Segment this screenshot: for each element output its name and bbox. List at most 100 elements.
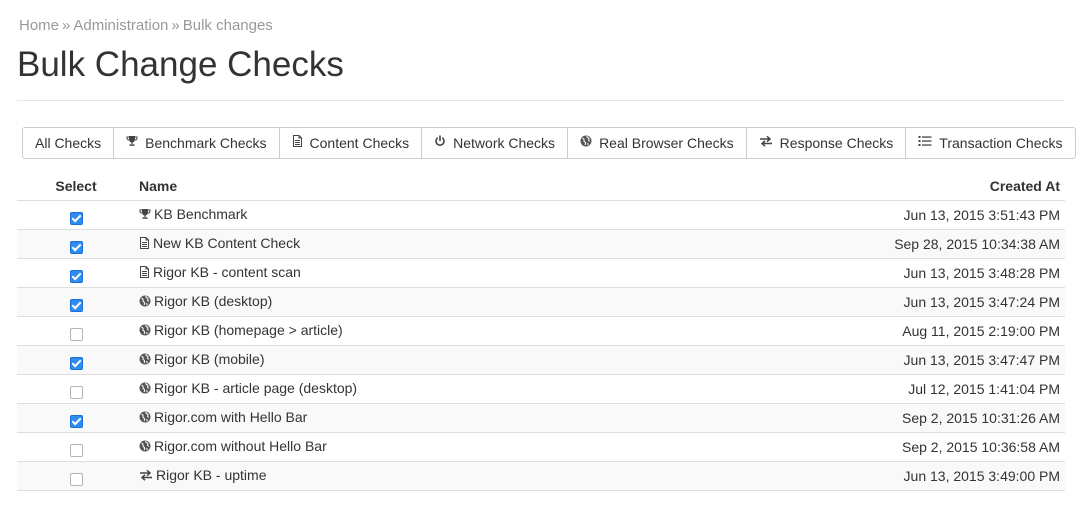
globe-icon (139, 323, 151, 339)
network-checks-filter-button[interactable]: Network Checks (421, 128, 568, 158)
check-name: Rigor KB - content scan (153, 264, 301, 281)
created-at-cell: Jun 13, 2015 3:49:00 PM (660, 461, 1065, 491)
select-checkbox[interactable] (69, 327, 83, 341)
breadcrumb-separator: » (62, 17, 71, 34)
globe-icon (580, 134, 596, 150)
check-name-cell: New KB Content Check (135, 229, 661, 259)
name-column-header: Name (135, 171, 661, 201)
filter-button-label: Real Browser Checks (599, 135, 734, 151)
select-cell (17, 374, 135, 404)
check-name: New KB Content Check (153, 235, 301, 252)
check-name: Rigor KB (mobile) (154, 351, 265, 368)
table-row: Rigor.com without Hello Bar Sep 2, 2015 1… (17, 432, 1065, 462)
content-checks-filter-button[interactable]: Content Checks (278, 128, 422, 158)
created-at-cell: Jun 13, 2015 3:51:43 PM (660, 200, 1065, 230)
table-row: Rigor KB - uptime Jun 13, 2015 3:49:00 PM (17, 461, 1065, 491)
check-name: Rigor KB (desktop) (154, 293, 273, 310)
created-at-cell: Sep 28, 2015 10:34:38 AM (660, 229, 1065, 259)
check-name-cell: Rigor KB - uptime (135, 461, 661, 491)
filter-button-label: Benchmark Checks (145, 135, 267, 151)
select-checkbox[interactable] (69, 472, 83, 486)
table-row: Rigor KB - content scan Jun 13, 2015 3:48… (17, 258, 1065, 288)
check-name-cell: Rigor KB (homepage > article) (135, 316, 661, 346)
select-checkbox[interactable] (69, 385, 83, 399)
check-name-cell: KB Benchmark (135, 200, 661, 230)
filter-button-label: Response Checks (779, 135, 894, 151)
list-icon (918, 134, 936, 150)
select-checkbox[interactable] (69, 211, 83, 225)
select-cell (17, 345, 135, 375)
created-at-cell: Jul 12, 2015 1:41:04 PM (660, 374, 1065, 404)
trophy-icon (139, 207, 151, 223)
check-name-cell: Rigor KB - article page (desktop) (135, 374, 661, 404)
check-name-cell: Rigor KB (desktop) (135, 287, 661, 317)
table-row: KB Benchmark Jun 13, 2015 3:51:43 PM (17, 200, 1065, 230)
select-cell (17, 258, 135, 288)
select-cell (17, 287, 135, 317)
table-row: Rigor KB (desktop) Jun 13, 2015 3:47:24 P… (17, 287, 1065, 317)
select-checkbox[interactable] (69, 269, 83, 283)
check-name-cell: Rigor.com without Hello Bar (135, 432, 661, 462)
table-header-row: Select Name Created At (17, 171, 1065, 201)
select-column-header: Select (17, 171, 135, 201)
created-at-cell: Jun 13, 2015 3:47:47 PM (660, 345, 1065, 375)
breadcrumb-current: Bulk changes (182, 17, 273, 34)
select-cell (17, 229, 135, 259)
trophy-icon (126, 134, 142, 150)
table-row: Rigor KB - article page (desktop) Jul 12,… (17, 374, 1065, 404)
select-cell (17, 316, 135, 346)
select-checkbox[interactable] (69, 414, 83, 428)
created-at-cell: Sep 2, 2015 10:36:58 AM (660, 432, 1065, 462)
globe-icon (139, 294, 151, 310)
globe-icon (139, 381, 151, 397)
document-icon (139, 236, 150, 252)
filter-button-label: Network Checks (453, 135, 556, 151)
check-name: Rigor KB - article page (desktop) (154, 380, 358, 397)
created-at-cell: Jun 13, 2015 3:48:28 PM (660, 258, 1065, 288)
table-row: Rigor.com with Hello Bar Sep 2, 2015 10:3… (17, 403, 1065, 433)
created-at-cell: Aug 11, 2015 2:19:00 PM (660, 316, 1065, 346)
check-name: Rigor KB - uptime (156, 467, 267, 484)
breadcrumb-home-link[interactable]: Home (19, 17, 59, 34)
check-name: KB Benchmark (154, 206, 248, 223)
check-name: Rigor KB (homepage > article) (154, 322, 343, 339)
check-name-cell: Rigor.com with Hello Bar (135, 403, 661, 433)
created-at-cell: Jun 13, 2015 3:47:24 PM (660, 287, 1065, 317)
check-name-cell: Rigor KB (mobile) (135, 345, 661, 375)
document-icon (139, 265, 150, 281)
select-checkbox[interactable] (69, 240, 83, 254)
breadcrumb: Home» Administration» Bulk changes (19, 17, 273, 34)
swap-arrows-icon (139, 468, 153, 484)
title-divider (17, 100, 1065, 101)
select-cell (17, 403, 135, 433)
breadcrumb-separator: » (171, 17, 180, 34)
response-checks-filter-button[interactable]: Response Checks (745, 128, 906, 158)
globe-icon (139, 439, 151, 455)
swap-arrows-icon (759, 134, 777, 150)
select-checkbox[interactable] (69, 443, 83, 457)
power-icon (434, 134, 450, 150)
all-checks-filter-button[interactable]: All Checks (23, 128, 114, 158)
checks-table: Select Name Created At KB Benchmark Jun 1… (17, 171, 1065, 491)
filter-button-label: Content Checks (309, 135, 410, 151)
table-row: Rigor KB (mobile) Jun 13, 2015 3:47:47 PM (17, 345, 1065, 375)
filter-button-label: Transaction Checks (939, 135, 1063, 151)
select-cell (17, 461, 135, 491)
table-row: New KB Content Check Sep 28, 2015 10:34:3… (17, 229, 1065, 259)
check-name: Rigor.com with Hello Bar (154, 409, 308, 426)
check-name-cell: Rigor KB - content scan (135, 258, 661, 288)
select-checkbox[interactable] (69, 298, 83, 312)
filter-button-label: All Checks (35, 135, 102, 151)
breadcrumb-administration-link[interactable]: Administration (73, 17, 168, 34)
select-cell (17, 432, 135, 462)
created-at-cell: Sep 2, 2015 10:31:26 AM (660, 403, 1065, 433)
globe-icon (139, 352, 151, 368)
document-icon (292, 134, 307, 150)
real-browser-checks-filter-button[interactable]: Real Browser Checks (567, 128, 746, 158)
page-title: Bulk Change Checks (17, 45, 344, 84)
select-checkbox[interactable] (69, 356, 83, 370)
check-type-filter-group: All Checks Benchmark Checks Content Checks… (22, 127, 1076, 159)
table-row: Rigor KB (homepage > article) Aug 11, 201… (17, 316, 1065, 346)
transaction-checks-filter-button[interactable]: Transaction Checks (905, 128, 1075, 158)
benchmark-checks-filter-button[interactable]: Benchmark Checks (113, 128, 279, 158)
